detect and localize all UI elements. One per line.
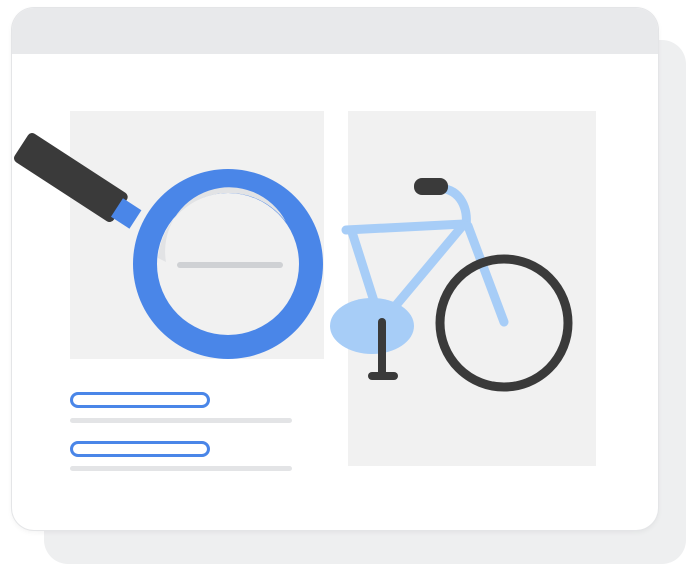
browser-window: [12, 8, 658, 530]
illustration-canvas: [0, 0, 688, 567]
result-text-line-1: [70, 418, 292, 423]
window-title-bar: [12, 8, 658, 54]
bicycle-handlebar-grip: [414, 178, 448, 195]
result-item-pill-1: [70, 392, 210, 408]
result-item-pill-2: [70, 441, 210, 457]
result-text-line-2: [70, 466, 292, 471]
